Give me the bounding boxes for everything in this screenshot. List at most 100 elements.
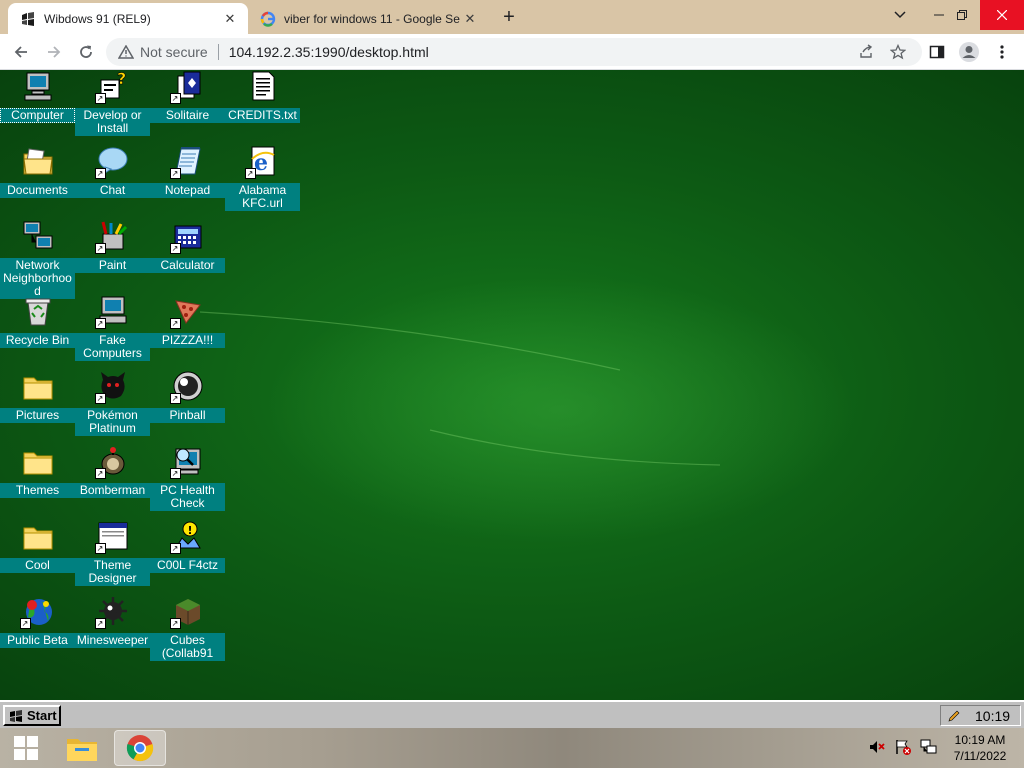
wibdows-taskbar: Start 10:19 — [0, 700, 1024, 728]
desktop-icon[interactable]: e ↗ Alabama KFC.url — [225, 145, 300, 212]
shortcut-arrow-icon: ↗ — [94, 243, 106, 254]
profile-avatar-icon[interactable] — [957, 40, 981, 64]
desktop-icon-label: Pinball — [150, 408, 225, 423]
folder-icon — [22, 445, 54, 477]
svg-text:?: ? — [117, 70, 126, 88]
chat-bubble-icon: ↗ — [94, 145, 129, 179]
shortcut-arrow-icon: ↗ — [169, 543, 181, 554]
desktop-icon[interactable]: ? ↗ Develop or Install — [75, 70, 150, 137]
desktop-icon[interactable]: ↗ Solitaire — [150, 70, 225, 124]
wibdows-desktop[interactable]: Computer? ↗ Develop or Install ↗ Solitaire CR… — [0, 70, 1024, 700]
desktop-icon[interactable]: ↗ PC Health Check — [150, 445, 225, 512]
desktop-icon[interactable]: ↗ Theme Designer — [75, 520, 150, 587]
network-icon[interactable] — [920, 738, 938, 761]
desktop-icon[interactable]: ↗ Cubes (Collab91 — [150, 595, 225, 662]
desktop-icon-label: Recycle Bin — [0, 333, 75, 348]
desktop-icon-label: Themes — [0, 483, 75, 498]
restore-icon[interactable] — [940, 0, 984, 30]
shortcut-arrow-icon: ↗ — [19, 618, 31, 629]
desktop-icon-label: Public Beta — [0, 633, 75, 648]
desktop-icon[interactable]: Network Neighborhood — [0, 220, 75, 300]
desktop-icon[interactable]: ↗ Minesweeper — [75, 595, 150, 649]
windows-start-icon[interactable] — [0, 730, 52, 766]
side-panel-icon[interactable] — [925, 40, 949, 64]
windows-taskbar: 10:19 AM 7/11/2022 — [0, 728, 1024, 768]
computer-icon — [22, 70, 54, 102]
desktop-icon[interactable]: Recycle Bin — [0, 295, 75, 349]
solitaire-icon: ↗ — [169, 70, 204, 104]
shortcut-arrow-icon: ↗ — [169, 468, 181, 479]
desktop-icon[interactable]: ↗ Pinball — [150, 370, 225, 424]
develop-install-icon: ? ↗ — [94, 70, 129, 104]
calculator-icon: ↗ — [169, 220, 204, 254]
address-bar[interactable]: Not secure 104.192.2.35:1990/desktop.htm… — [106, 38, 922, 66]
desktop-icon-label: Notepad — [150, 183, 225, 198]
desktop-icon[interactable]: ! ↗ C00L F4ctz — [150, 520, 225, 574]
tab-google-search[interactable]: viber for windows 11 - Google Se ✕ — [248, 3, 488, 34]
clock-date: 7/11/2022 — [953, 749, 1007, 763]
desktop-icon-label: Develop or Install — [75, 108, 150, 136]
start-button[interactable]: Start — [3, 705, 61, 726]
desktop-icon[interactable]: Documents — [0, 145, 75, 199]
desktop-icon-label: Network Neighborhood — [0, 258, 75, 299]
tab-wibdows-91[interactable]: Wibdows 91 (REL9) ✕ — [8, 3, 248, 34]
desktop-icon-label: C00L F4ctz — [150, 558, 225, 573]
bookmark-star-icon[interactable] — [886, 40, 910, 64]
close-tab-icon[interactable]: ✕ — [222, 11, 238, 27]
google-logo-icon — [260, 11, 276, 27]
desktop-icon[interactable]: Pictures — [0, 370, 75, 424]
more-menu-icon[interactable] — [990, 40, 1014, 64]
speaker-muted-icon[interactable] — [868, 738, 886, 761]
shortcut-arrow-icon: ↗ — [169, 618, 181, 629]
security-status-text[interactable]: Not secure — [140, 44, 208, 60]
reload-icon[interactable] — [74, 40, 98, 64]
desktop-icon[interactable]: ↗ Bomberman — [75, 445, 150, 499]
cubes-icon: ↗ — [169, 595, 204, 629]
desktop-icon[interactable]: ↗ Fake Computers — [75, 295, 150, 362]
pinball-icon: ↗ — [169, 370, 204, 404]
shortcut-arrow-icon: ↗ — [169, 393, 181, 404]
desktop-icon[interactable]: ↗ Paint — [75, 220, 150, 274]
desktop-icon-label: Documents — [0, 183, 75, 198]
forward-arrow-icon[interactable] — [42, 40, 66, 64]
desktop-icon[interactable]: ↗ Public Beta — [0, 595, 75, 649]
file-explorer-icon[interactable] — [56, 730, 108, 766]
desktop-icon-label: PIZZZA!!! — [150, 333, 225, 348]
close-tab-icon[interactable]: ✕ — [462, 11, 478, 27]
desktop-icon[interactable]: Cool — [0, 520, 75, 574]
desktop-icon[interactable]: ↗ Pokémon Platinum — [75, 370, 150, 437]
desktop-icon-label: Computer — [0, 108, 75, 123]
tab-search-chevron-icon[interactable] — [878, 0, 922, 30]
wibdows-logo-icon — [20, 11, 36, 27]
share-icon[interactable] — [854, 40, 878, 64]
desktop-icon-label: Chat — [75, 183, 150, 198]
desktop-icon[interactable]: Themes — [0, 445, 75, 499]
pencil-icon[interactable] — [947, 709, 961, 723]
flag-error-icon[interactable] — [894, 738, 912, 761]
desktop-icon[interactable]: CREDITS.txt — [225, 70, 300, 124]
desktop-icon[interactable]: ↗ Calculator — [150, 220, 225, 274]
fake-computers-icon: ↗ — [94, 295, 129, 329]
public-beta-icon: ↗ — [19, 595, 54, 629]
warning-triangle-icon[interactable] — [118, 45, 134, 59]
new-tab-plus-icon[interactable]: + — [498, 7, 520, 29]
close-window-icon[interactable] — [980, 0, 1024, 30]
desktop-icon[interactable]: ↗ Chat — [75, 145, 150, 199]
shortcut-arrow-icon: ↗ — [244, 168, 256, 179]
desktop-icon[interactable]: ↗ PIZZZA!!! — [150, 295, 225, 349]
url-text[interactable]: 104.192.2.35:1990/desktop.html — [229, 44, 429, 60]
desktop-icon[interactable]: Computer — [0, 70, 75, 124]
desktop-icon-label: Pictures — [0, 408, 75, 423]
desktop-icon[interactable]: ↗ Notepad — [150, 145, 225, 199]
system-clock[interactable]: 10:19 AM 7/11/2022 — [944, 732, 1016, 764]
chrome-taskbar-icon[interactable] — [114, 730, 166, 766]
documents-folder-icon — [22, 145, 54, 177]
wibdows-clock[interactable]: 10:19 — [975, 708, 1010, 724]
notepad-icon: ↗ — [169, 145, 204, 179]
back-arrow-icon[interactable] — [9, 40, 33, 64]
pizza-icon: ↗ — [169, 295, 204, 329]
wibdows-logo-icon — [9, 709, 25, 723]
desktop-icon-label: Cool — [0, 558, 75, 573]
cool-facts-icon: ! ↗ — [169, 520, 204, 554]
browser-tab-strip: Wibdows 91 (REL9) ✕ viber for windows 11… — [0, 0, 1024, 34]
